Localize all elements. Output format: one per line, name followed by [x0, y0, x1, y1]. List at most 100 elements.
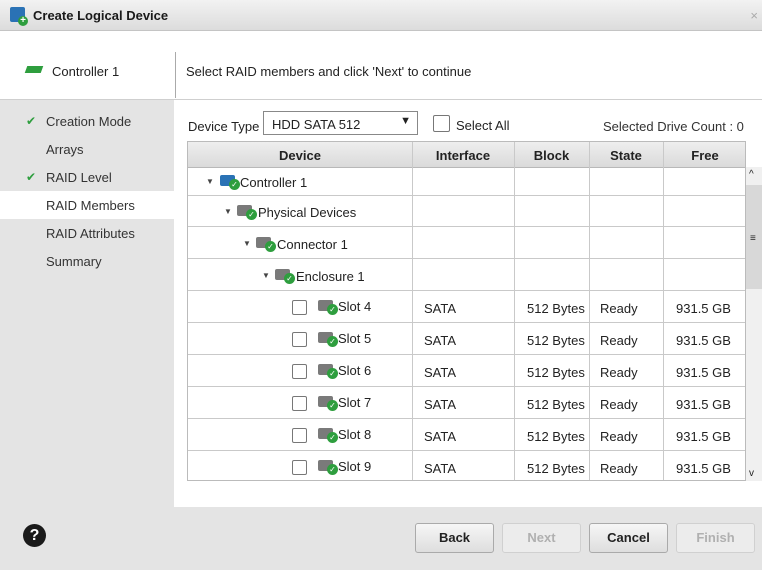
free-cell: 931.5 GB: [676, 301, 731, 316]
select-all-checkbox[interactable]: [433, 115, 450, 132]
header-divider: [175, 52, 176, 98]
tree-label: Physical Devices: [258, 205, 357, 220]
column-divider: [412, 142, 413, 480]
drive-icon: ✓: [318, 332, 338, 347]
title-bar: Create Logical Device ×: [0, 0, 762, 31]
grip-icon: ≡: [750, 233, 756, 244]
column-divider: [589, 142, 590, 480]
step-arrays[interactable]: Arrays: [0, 135, 174, 163]
select-all-label[interactable]: Select All: [456, 118, 509, 133]
column-header-interface[interactable]: Interface: [412, 148, 514, 163]
devices-table: Device Interface Block State Free ▼ ✓ Co…: [187, 141, 746, 481]
selected-drive-count: Selected Drive Count : 0: [603, 119, 744, 134]
drive-icon: ✓: [318, 460, 338, 475]
interface-cell: SATA: [424, 397, 457, 412]
slot-checkbox[interactable]: [292, 364, 307, 379]
slot-label: Slot 6: [338, 363, 372, 378]
device-type-value: HDD SATA 512: [272, 117, 361, 132]
slot-label: Slot 9: [338, 459, 372, 474]
interface-cell: SATA: [424, 429, 457, 444]
slot-checkbox[interactable]: [292, 428, 307, 443]
physical-devices-icon: ✓: [237, 205, 257, 220]
interface-cell: SATA: [424, 461, 457, 476]
interface-cell: SATA: [424, 333, 457, 348]
state-cell: Ready: [600, 333, 638, 348]
back-button[interactable]: Back: [415, 523, 494, 553]
enclosure-icon: ✓: [275, 269, 295, 284]
block-cell: 512 Bytes: [527, 365, 585, 380]
slot-label: Slot 7: [338, 395, 372, 410]
slot-label: Slot 8: [338, 427, 372, 442]
step-label: Creation Mode: [46, 114, 132, 129]
block-cell: 512 Bytes: [527, 429, 585, 444]
state-cell: Ready: [600, 461, 638, 476]
finish-button[interactable]: Finish: [676, 523, 755, 553]
connector-icon: ✓: [256, 237, 276, 252]
window-title: Create Logical Device: [33, 8, 169, 23]
chevron-down-icon: ▼: [400, 115, 411, 127]
controller-header: Controller 1: [0, 31, 175, 99]
step-raid-attributes[interactable]: RAID Attributes: [0, 219, 174, 247]
step-raid-level[interactable]: ✔ RAID Level: [0, 163, 174, 191]
column-header-block[interactable]: Block: [514, 148, 589, 163]
controller-icon: ✓: [220, 175, 240, 190]
device-type-select[interactable]: HDD SATA 512 ▼: [263, 111, 418, 135]
controller-icon: [24, 66, 44, 73]
step-label: Arrays: [46, 142, 84, 157]
tree-label: Enclosure 1: [296, 269, 365, 284]
column-divider: [663, 142, 664, 480]
drive-icon: ✓: [318, 396, 338, 411]
create-device-icon: [10, 7, 28, 26]
controller-label: Controller 1: [52, 64, 120, 79]
state-cell: Ready: [600, 301, 638, 316]
tree-label: Connector 1: [277, 237, 348, 252]
step-label: RAID Members: [46, 198, 135, 213]
interface-cell: SATA: [424, 365, 457, 380]
free-cell: 931.5 GB: [676, 429, 731, 444]
next-button[interactable]: Next: [502, 523, 581, 553]
expand-triangle-icon[interactable]: ▼: [243, 239, 251, 248]
interface-cell: SATA: [424, 301, 457, 316]
check-icon: ✔: [26, 114, 37, 128]
step-label: Summary: [46, 254, 102, 269]
drive-icon: ✓: [318, 428, 338, 443]
help-icon[interactable]: ?: [23, 524, 46, 547]
step-raid-members[interactable]: RAID Members: [0, 191, 174, 219]
slot-label: Slot 4: [338, 299, 372, 314]
tree-label: Controller 1: [240, 175, 308, 190]
chevron-up-icon[interactable]: ^: [749, 169, 754, 180]
state-cell: Ready: [600, 365, 638, 380]
expand-triangle-icon[interactable]: ▼: [224, 207, 232, 216]
expand-triangle-icon[interactable]: ▼: [206, 177, 214, 186]
block-cell: 512 Bytes: [527, 397, 585, 412]
free-cell: 931.5 GB: [676, 397, 731, 412]
wizard-steps-sidebar: ✔ Creation Mode Arrays ✔ RAID Level RAID…: [0, 100, 174, 507]
step-summary[interactable]: Summary: [0, 247, 174, 275]
column-header-free[interactable]: Free: [663, 148, 745, 163]
step-creation-mode[interactable]: ✔ Creation Mode: [0, 107, 174, 135]
instruction-text: Select RAID members and click 'Next' to …: [186, 64, 472, 79]
close-icon[interactable]: ×: [750, 8, 758, 23]
cancel-button[interactable]: Cancel: [589, 523, 668, 553]
drive-icon: ✓: [318, 364, 338, 379]
check-icon: ✔: [26, 170, 37, 184]
block-cell: 512 Bytes: [527, 301, 585, 316]
expand-triangle-icon[interactable]: ▼: [262, 271, 270, 280]
column-divider: [514, 142, 515, 480]
block-cell: 512 Bytes: [527, 333, 585, 348]
free-cell: 931.5 GB: [676, 461, 731, 476]
slot-checkbox[interactable]: [292, 396, 307, 411]
slot-checkbox[interactable]: [292, 460, 307, 475]
device-type-label: Device Type: [188, 119, 260, 134]
block-cell: 512 Bytes: [527, 461, 585, 476]
slot-checkbox[interactable]: [292, 332, 307, 347]
slot-label: Slot 5: [338, 331, 372, 346]
table-scrollbar[interactable]: ^ ≡ v: [746, 167, 762, 481]
chevron-down-icon[interactable]: v: [749, 468, 754, 479]
column-header-device[interactable]: Device: [188, 148, 412, 163]
column-header-state[interactable]: State: [589, 148, 663, 163]
state-cell: Ready: [600, 429, 638, 444]
state-cell: Ready: [600, 397, 638, 412]
slot-checkbox[interactable]: [292, 300, 307, 315]
drive-icon: ✓: [318, 300, 338, 315]
